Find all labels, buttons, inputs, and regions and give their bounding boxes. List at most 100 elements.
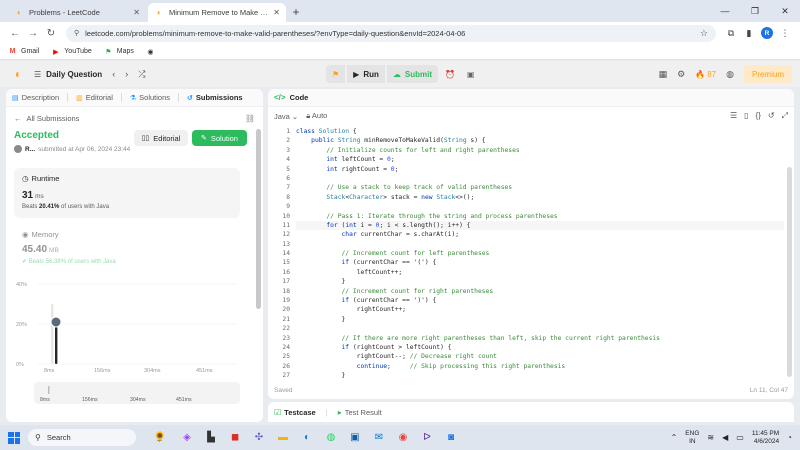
streak-counter[interactable]: 🔥 87 bbox=[695, 70, 716, 79]
fullscreen-icon[interactable]: ⤢ bbox=[782, 111, 788, 121]
reset-icon[interactable]: ↺ bbox=[768, 111, 775, 121]
address-bar[interactable]: ⚲ leetcode.com/problems/minimum-remove-t… bbox=[66, 24, 716, 42]
wifi-icon[interactable]: ≋ bbox=[707, 433, 714, 442]
notes-icon[interactable]: ▣ bbox=[462, 65, 480, 83]
taskbar-search[interactable]: ⚲ Search bbox=[28, 429, 136, 446]
debug-button[interactable]: ⚑ bbox=[326, 65, 346, 83]
clock[interactable]: 11:45 PM 4/6/2024 bbox=[752, 430, 779, 446]
code-line[interactable]: // If there are more right parentheses t… bbox=[296, 334, 784, 343]
mail-icon[interactable]: ✉ bbox=[370, 429, 388, 447]
bookmark-web[interactable]: ◉ bbox=[146, 47, 159, 56]
windows-start-icon[interactable] bbox=[8, 431, 20, 444]
runtime-card[interactable]: ◷ Runtime 31 ms Beats 20.41% of users with… bbox=[14, 168, 240, 218]
tab-test-result[interactable]: ▸ Test Result bbox=[338, 408, 382, 417]
volume-icon[interactable]: ◀︎ bbox=[722, 433, 728, 442]
layout-icon[interactable]: ▦ bbox=[659, 69, 668, 80]
forward-icon[interactable]: → bbox=[24, 24, 42, 42]
store-icon[interactable]: ▣ bbox=[346, 429, 364, 447]
submit-button[interactable]: ☁ Submit bbox=[386, 65, 438, 83]
new-tab-button[interactable]: + bbox=[288, 4, 304, 20]
bookmark-icon[interactable]: ▯ bbox=[744, 111, 748, 121]
close-tab-icon[interactable]: ✕ bbox=[273, 8, 280, 17]
teams-icon[interactable]: ✣ bbox=[250, 429, 268, 447]
left-panel-scrollbar[interactable] bbox=[256, 129, 261, 309]
code-line[interactable]: // Initialize counts for left and right … bbox=[296, 146, 784, 155]
share-link-icon[interactable]: ⛓ bbox=[245, 114, 255, 123]
runtime-range-slider[interactable]: 8ms 156ms 304ms 451ms bbox=[34, 382, 240, 404]
editor-scrollbar[interactable] bbox=[787, 167, 792, 377]
bookmark-maps[interactable]: ⚑ Maps bbox=[104, 47, 134, 56]
close-tab-icon[interactable]: ✕ bbox=[133, 8, 140, 17]
code-line[interactable]: // Use a stack to keep track of valid pa… bbox=[296, 183, 784, 192]
editorial-button[interactable]: ▯▯ Editorial bbox=[134, 130, 188, 146]
code-line[interactable]: for (int i = 0; i < s.length(); i++) { bbox=[296, 220, 784, 231]
file-explorer-icon[interactable]: ▬ bbox=[274, 429, 292, 447]
app-icon-blue[interactable]: ◙ bbox=[442, 429, 460, 447]
whatsapp-icon[interactable]: ◍ bbox=[322, 429, 340, 447]
language-select[interactable]: Java ⌄ bbox=[274, 112, 298, 121]
settings-gear-icon[interactable]: ⚙ bbox=[677, 69, 685, 80]
widgets-icon[interactable]: 🌻 bbox=[148, 429, 172, 447]
code-line[interactable]: if (currentChar == '(') { bbox=[296, 258, 784, 267]
memory-card[interactable]: ◉ Memory 45.40 MB ✔ Beats 56.38% of users … bbox=[14, 226, 240, 268]
bookmark-star-icon[interactable]: ☆ bbox=[700, 28, 708, 39]
code-line[interactable]: class Solution { bbox=[296, 127, 784, 136]
code-line[interactable]: if (currentChar == ')') { bbox=[296, 296, 784, 305]
code-lines[interactable]: class Solution { public String minRemove… bbox=[296, 127, 784, 381]
leetcode-logo-icon[interactable]: ◖ bbox=[10, 67, 24, 81]
prev-problem-icon[interactable]: ‹ bbox=[112, 69, 115, 79]
chevron-up-icon[interactable]: ⌃ bbox=[671, 433, 678, 442]
tab-solutions[interactable]: ⚗ Solutions bbox=[130, 93, 170, 102]
browser-tab-problem[interactable]: ◖ Minimum Remove to Make Valid Parenthes… bbox=[148, 3, 286, 22]
code-line[interactable]: } bbox=[296, 315, 784, 324]
code-line[interactable]: } bbox=[296, 277, 784, 286]
post-solution-button[interactable]: ✎ Solution bbox=[192, 130, 247, 146]
user-avatar[interactable]: ◍ bbox=[726, 69, 734, 80]
code-line[interactable]: rightCount++; bbox=[296, 305, 784, 314]
premium-button[interactable]: Premium bbox=[743, 65, 792, 83]
notification-bell-icon[interactable]: ◔ bbox=[787, 433, 792, 442]
daily-question-link[interactable]: ☰ Daily Question bbox=[34, 70, 102, 79]
code-line[interactable] bbox=[296, 240, 784, 249]
all-submissions-link[interactable]: ← All Submissions ⛓ bbox=[6, 110, 263, 126]
visual-studio-icon[interactable]: ᐅ bbox=[418, 429, 436, 447]
format-icon[interactable]: ☰ bbox=[730, 111, 737, 121]
code-line[interactable]: int leftCount = 0; bbox=[296, 155, 784, 164]
auto-mode-toggle[interactable]: 🔒︎ Auto bbox=[306, 111, 327, 121]
code-line[interactable]: if (rightCount > leftCount) { bbox=[296, 343, 784, 352]
timer-icon[interactable]: ⏰ bbox=[440, 65, 460, 83]
side-panel-icon[interactable]: ▮ bbox=[740, 24, 758, 42]
minimize-icon[interactable]: — bbox=[710, 0, 740, 22]
browser-tab-problems[interactable]: ◖ Problems - LeetCode ✕ bbox=[8, 3, 146, 22]
code-line[interactable] bbox=[296, 324, 784, 333]
tab-testcase[interactable]: ☑ Testcase bbox=[274, 408, 316, 417]
code-line[interactable]: // Increment count for left parentheses bbox=[296, 249, 784, 258]
braces-icon[interactable]: {} bbox=[756, 111, 761, 121]
run-button[interactable]: ▶ Run bbox=[347, 65, 385, 83]
code-line[interactable]: // Increment count for right parentheses bbox=[296, 287, 784, 296]
input-language[interactable]: ENG IN bbox=[685, 430, 699, 446]
menu-icon[interactable]: ⋮ bbox=[776, 24, 794, 42]
code-line[interactable]: public String minRemoveToMakeValid(Strin… bbox=[296, 136, 784, 145]
tab-description[interactable]: ▤ Description bbox=[12, 93, 59, 102]
task-view-icon[interactable]: ▙ bbox=[202, 429, 220, 447]
next-problem-icon[interactable]: › bbox=[125, 69, 128, 79]
code-line[interactable] bbox=[296, 202, 784, 211]
extensions-icon[interactable]: ⧉ bbox=[722, 24, 740, 42]
code-line[interactable] bbox=[296, 174, 784, 183]
back-icon[interactable]: ← bbox=[6, 24, 24, 42]
tab-editorial[interactable]: ▥ Editorial bbox=[76, 93, 113, 102]
close-window-icon[interactable]: ✕ bbox=[770, 0, 800, 22]
tab-submissions[interactable]: ↺ Submissions bbox=[187, 93, 243, 102]
bookmark-gmail[interactable]: M Gmail bbox=[8, 47, 40, 56]
edge-icon[interactable]: ◐ bbox=[298, 429, 316, 447]
code-line[interactable]: char currentChar = s.charAt(i); bbox=[296, 230, 784, 239]
copilot-icon[interactable]: ◈ bbox=[178, 429, 196, 447]
chrome-icon[interactable]: ◉ bbox=[394, 429, 412, 447]
code-line[interactable]: int rightCount = 0; bbox=[296, 165, 784, 174]
code-line[interactable]: } bbox=[296, 371, 784, 380]
bookmark-youtube[interactable]: ▶ YouTube bbox=[51, 47, 92, 56]
profile-avatar[interactable]: R bbox=[758, 24, 776, 42]
code-line[interactable]: rightCount--; // Decrease right count bbox=[296, 352, 784, 361]
code-line[interactable]: Stack<Character> stack = new Stack<>(); bbox=[296, 193, 784, 202]
